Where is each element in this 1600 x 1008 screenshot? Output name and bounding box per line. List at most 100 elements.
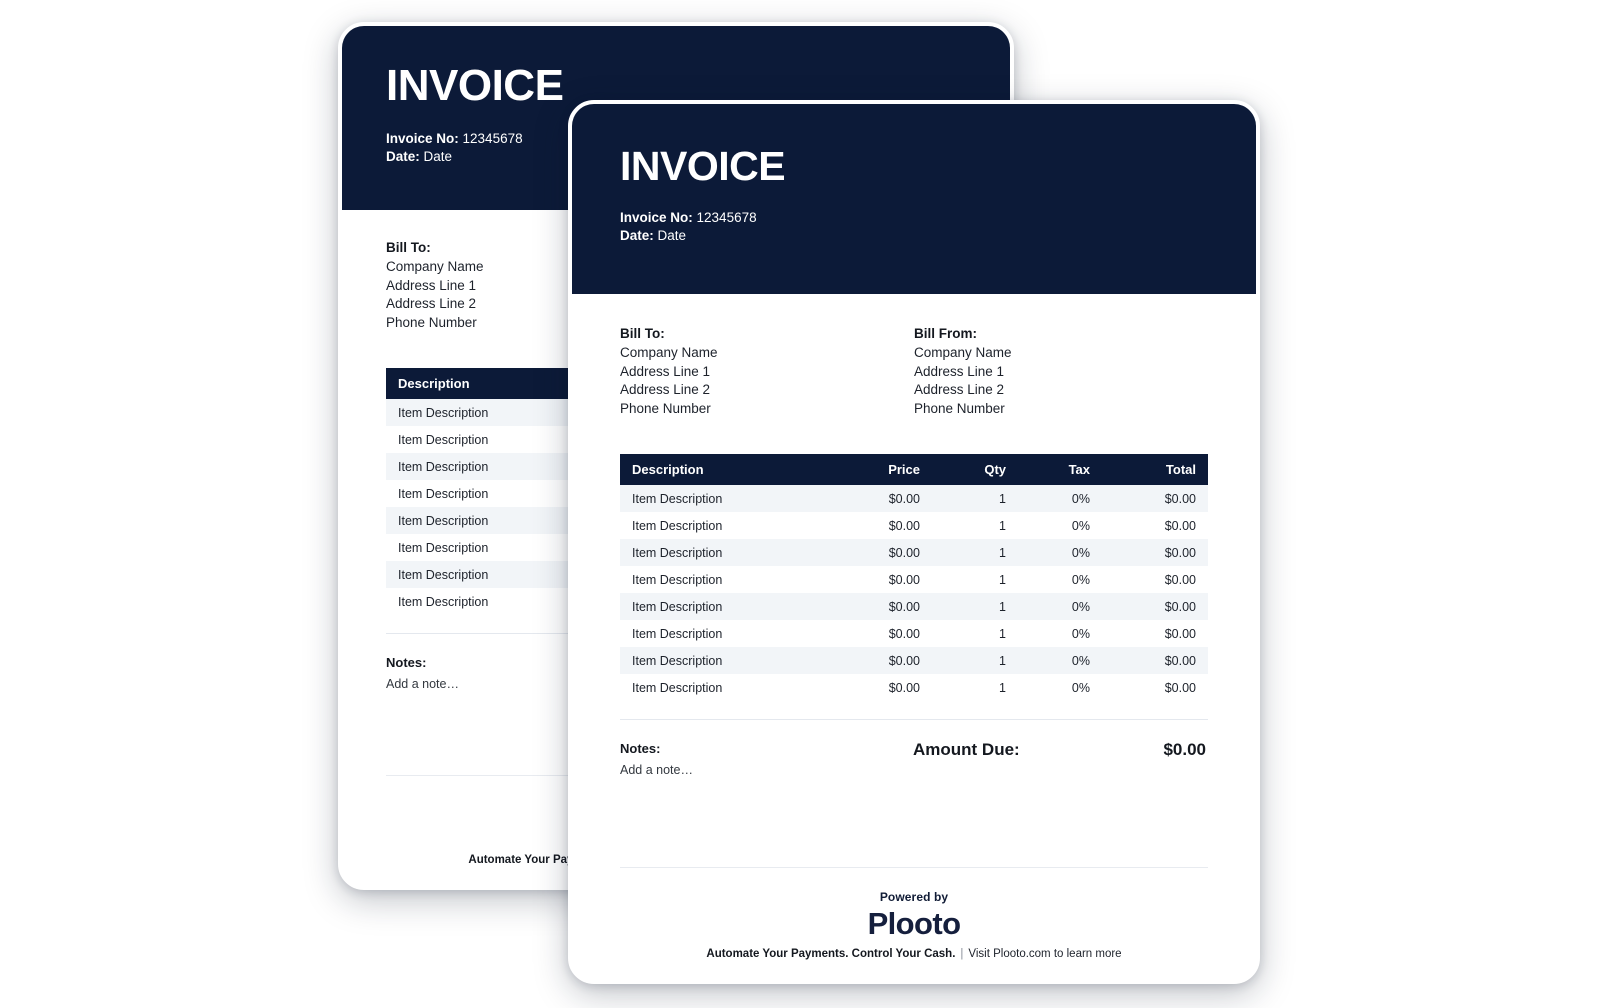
cell-total: $0.00 (1100, 620, 1208, 647)
cell-tax: 0% (1016, 647, 1100, 674)
cell-price: $0.00 (818, 620, 930, 647)
table-header-row: Description Price Qty Tax Total (620, 454, 1208, 485)
cell-tax: 0% (1016, 593, 1100, 620)
cell-price: $0.00 (818, 512, 930, 539)
table-row[interactable]: Item Description$0.0010%$0.00 (620, 512, 1208, 539)
cell-qty: 1 (930, 566, 1016, 593)
bill-to-address-1: Address Line 1 (620, 363, 711, 379)
bill-to-phone: Phone Number (620, 400, 711, 416)
table-row[interactable]: Item Description$0.0010%$0.00 (620, 674, 1208, 701)
summary-section-front: Notes: Add a note… Amount Due: $0.00 (620, 720, 1208, 779)
invoice-number-label: Invoice No: (620, 210, 693, 225)
bill-from-company: Company Name (914, 345, 1012, 360)
invoice-footer-front: Powered by Plooto Automate Your Payments… (572, 867, 1256, 980)
bill-from-address-1: Address Line 1 (914, 363, 1005, 379)
footer-divider-front (620, 867, 1208, 868)
invoice-date-label: Date: (620, 228, 654, 243)
table-row[interactable]: Item Description$0.0010%$0.00 (620, 566, 1208, 593)
table-row[interactable]: Item Description$0.0010%$0.00 (620, 647, 1208, 674)
cell-description: Item Description (620, 485, 818, 512)
cell-qty: 1 (930, 539, 1016, 566)
cell-description: Item Description (620, 566, 818, 593)
plooto-logo: Plooto (867, 906, 961, 941)
cell-tax: 0% (1016, 539, 1100, 566)
cell-description: Item Description (620, 512, 818, 539)
cell-total: $0.00 (1100, 485, 1208, 512)
preview-stage: INVOICE Invoice No: 12345678 Date: Date … (0, 0, 1600, 1008)
invoice-date-label: Date: (386, 149, 420, 164)
bill-from-block-front: Bill From: Company Name Address Line 1 A… (914, 324, 1208, 418)
table-row[interactable]: Item Description$0.0010%$0.00 (620, 593, 1208, 620)
notes-heading: Notes: (620, 741, 661, 756)
bill-to-block-front: Bill To: Company Name Address Line 1 Add… (620, 324, 914, 418)
invoice-date-value: Date (657, 228, 687, 243)
footer-tagline-separator: | (960, 948, 964, 960)
invoice-date-value: Date (423, 149, 453, 164)
table-row[interactable]: Item Description$0.0010%$0.00 (620, 539, 1208, 566)
invoice-number-value: 12345678 (462, 131, 523, 146)
cell-total: $0.00 (1100, 539, 1208, 566)
table-row[interactable]: Item Description$0.0010%$0.00 (620, 620, 1208, 647)
bill-from-heading: Bill From: (914, 326, 977, 341)
cell-tax: 0% (1016, 566, 1100, 593)
invoice-body-front: Bill To: Company Name Address Line 1 Add… (572, 294, 1256, 779)
column-header-description: Description (620, 454, 818, 485)
bill-from-phone: Phone Number (914, 400, 1005, 416)
invoice-number-value: 12345678 (696, 210, 757, 225)
cell-description: Item Description (620, 593, 818, 620)
cell-total: $0.00 (1100, 593, 1208, 620)
line-items-table-front: Description Price Qty Tax Total Item Des… (620, 454, 1208, 701)
cell-tax: 0% (1016, 512, 1100, 539)
cell-total: $0.00 (1100, 647, 1208, 674)
parties-section-front: Bill To: Company Name Address Line 1 Add… (620, 324, 1208, 418)
cell-description: Item Description (620, 539, 818, 566)
column-header-qty: Qty (930, 454, 1016, 485)
page-title-front: INVOICE (620, 143, 786, 189)
line-items-body-front: Item Description $0.00 1 0% $0.00 Item Descr… (620, 485, 1208, 701)
cell-total: $0.00 (1100, 512, 1208, 539)
cell-price: $0.00 (818, 566, 930, 593)
column-header-price: Price (818, 454, 930, 485)
cell-description: Item Description (620, 647, 818, 674)
column-header-tax: Tax (1016, 454, 1100, 485)
cell-tax: 0% (1016, 620, 1100, 647)
footer-tagline-strong: Automate Your Payments. Control Your Cas… (706, 948, 956, 960)
cell-description: Item Description (620, 674, 818, 701)
footer-tagline-front: Automate Your Payments. Control Your Cas… (620, 947, 1208, 962)
invoice-card-front[interactable]: INVOICE Invoice No: 12345678 Date: Date … (568, 100, 1260, 984)
cell-price: $0.00 (818, 485, 930, 512)
bill-to-address-2: Address Line 2 (620, 382, 711, 397)
cell-qty: 1 (930, 485, 1016, 512)
invoice-number-label: Invoice No: (386, 131, 459, 146)
cell-total: $0.00 (1100, 674, 1208, 701)
cell-qty: 1 (930, 620, 1016, 647)
cell-price: $0.00 (818, 539, 930, 566)
cell-price: $0.00 (818, 593, 930, 620)
amount-due-value: $0.00 (1163, 740, 1206, 759)
invoice-date-line-front: Date: Date (620, 227, 1208, 245)
notes-input[interactable]: Add a note… (620, 762, 913, 779)
cell-description: Item Description (620, 620, 818, 647)
powered-by-label: Powered by (879, 890, 949, 904)
invoice-header-front: INVOICE Invoice No: 12345678 Date: Date (572, 104, 1256, 294)
amount-due-block-front: Amount Due: $0.00 (913, 740, 1208, 760)
line-items-head: Description Price Qty Tax Total (620, 454, 1208, 485)
cell-tax: 0% (1016, 485, 1100, 512)
bill-from-address-2: Address Line 2 (914, 382, 1005, 397)
notes-block-front: Notes: Add a note… (620, 740, 913, 779)
cell-tax: 0% (1016, 674, 1100, 701)
bill-to-heading: Bill To: (620, 326, 665, 341)
cell-total: $0.00 (1100, 566, 1208, 593)
cell-qty: 1 (930, 593, 1016, 620)
column-header-total: Total (1100, 454, 1208, 485)
amount-due-label: Amount Due: (913, 740, 1020, 759)
cell-price: $0.00 (818, 647, 930, 674)
cell-qty: 1 (930, 647, 1016, 674)
footer-tagline-link[interactable]: Visit Plooto.com to learn more (968, 948, 1121, 960)
cell-qty: 1 (930, 674, 1016, 701)
bill-to-company: Company Name (620, 345, 718, 360)
invoice-number-line-front: Invoice No: 12345678 (620, 209, 1208, 227)
cell-qty: 1 (930, 512, 1016, 539)
cell-price: $0.00 (818, 674, 930, 701)
table-row[interactable]: Item Description$0.0010%$0.00 (620, 485, 1208, 512)
